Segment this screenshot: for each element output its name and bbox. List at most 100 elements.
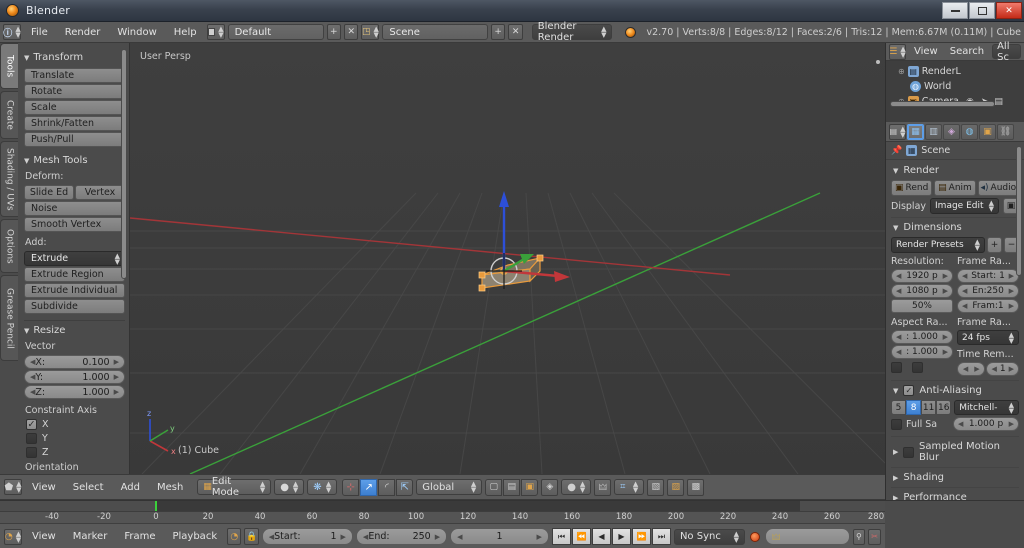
snap-target-select[interactable]: ⌗ ▲ ▼ xyxy=(614,479,645,495)
dimensions-section-header[interactable]: ▼ Dimensions xyxy=(891,217,1019,237)
interaction-mode-select[interactable]: ▦ Edit Mode ▲ ▼ xyxy=(197,476,272,498)
delete-scene-button[interactable]: ✕ xyxy=(508,24,523,40)
expand-toggle-icon[interactable]: ⊕ xyxy=(898,67,905,76)
checkbox-y-icon[interactable] xyxy=(26,433,37,444)
editor-type-timeline-icon[interactable]: ◔ ▲ ▼ xyxy=(4,528,22,545)
rotate-button[interactable]: Rotate xyxy=(24,84,125,99)
aa-size-field[interactable]: ◀ 1.000 p ▶ xyxy=(953,417,1019,431)
editor-type-properties-icon[interactable]: ▤ ▲ ▼ xyxy=(889,123,906,140)
extrude-individual-button[interactable]: Extrude Individual xyxy=(24,283,125,298)
aa-filter-select[interactable]: Mitchell- ▲ ▼ xyxy=(954,400,1019,415)
jump-to-end-button[interactable]: ⏭ xyxy=(651,528,671,545)
sync-mode-select[interactable]: No Sync ▲ ▼ xyxy=(673,528,746,545)
keying-set-field[interactable]: 🜲 xyxy=(765,528,850,545)
resize-section-header[interactable]: ▼ Resize xyxy=(24,325,125,336)
render-image-button[interactable]: ▣ Rend xyxy=(891,180,933,196)
antialiasing-section-header[interactable]: ▼ ✓ Anti-Aliasing xyxy=(891,380,1019,400)
edge-select-mode-icon[interactable]: ▤ xyxy=(503,478,521,496)
opengl-render-icon[interactable]: ▧ xyxy=(647,478,665,496)
time-remap-old-field[interactable]: ◀ ▶ xyxy=(957,362,986,376)
menu-file[interactable]: File xyxy=(24,25,55,40)
section-sampled-motion-blur[interactable]: ▶ Sampled Motion Blur xyxy=(891,436,1019,467)
outliner-item-renderlayers[interactable]: ⊕ ▤ RenderL xyxy=(890,64,1022,79)
checkbox-z-icon[interactable] xyxy=(26,447,37,458)
menu-render[interactable]: Render xyxy=(58,25,108,40)
properties-tab-constraint[interactable]: ▣ xyxy=(979,123,996,140)
tab-shading-uvs[interactable]: Shading / UVs xyxy=(0,141,18,217)
toolshelf-scrollbar[interactable] xyxy=(121,49,127,279)
extrude-region-button[interactable]: Extrude Region xyxy=(24,267,125,282)
frame-start-field[interactable]: ◀ Start: 1 ▶ xyxy=(261,528,353,545)
render-section-header[interactable]: ▼ Render xyxy=(891,163,1019,180)
editor-type-outliner-icon[interactable]: ☰ ▲ ▼ xyxy=(889,43,906,60)
current-frame-field[interactable]: ◀ 1 ▶ xyxy=(450,528,549,545)
mesh-tools-section-header[interactable]: ▼ Mesh Tools xyxy=(24,155,125,166)
resize-z-field[interactable]: ◀ Z: 1.000 ▶ xyxy=(24,385,125,399)
crop-checkbox[interactable] xyxy=(912,362,923,373)
constraint-axis-y-row[interactable]: Y xyxy=(26,433,125,444)
resolution-y-field[interactable]: ◀ 1080 p ▶ xyxy=(891,284,953,298)
vertex-button[interactable]: Vertex xyxy=(75,185,125,200)
translate-button[interactable]: Translate xyxy=(24,68,125,83)
properties-tab-modifier[interactable]: ⛓ xyxy=(997,123,1014,140)
face-select-mode-icon[interactable]: ▣ xyxy=(521,478,539,496)
timeline-track[interactable]: -40 -20 0 20 40 60 80 100 120 140 160 18… xyxy=(0,501,885,523)
transform-orientation-select[interactable]: Global ▲ ▼ xyxy=(416,479,483,495)
outliner-menu-search[interactable]: Search xyxy=(946,45,988,58)
properties-tab-render[interactable]: ▦ xyxy=(907,123,924,140)
aspect-x-field[interactable]: ◀: 1.000 ▶ xyxy=(891,330,953,344)
render-engine-select[interactable]: Blender Render ▲ ▼ xyxy=(531,21,613,43)
screen-layout-field[interactable]: Default xyxy=(227,24,324,40)
3d-viewport[interactable]: z y x User Persp (1) Cube xyxy=(130,43,885,474)
frame-rate-select[interactable]: 24 fps ▲ ▼ xyxy=(957,330,1019,345)
noise-button[interactable]: Noise xyxy=(24,201,125,216)
next-keyframe-button[interactable]: ⏩ xyxy=(631,528,651,545)
menu-help[interactable]: Help xyxy=(167,25,204,40)
properties-tab-object[interactable]: ◍ xyxy=(961,123,978,140)
viewport-menu-view[interactable]: View xyxy=(25,480,63,495)
pivot-point-select[interactable]: ❋ ▲ ▼ xyxy=(307,479,338,495)
previous-keyframe-button[interactable]: ⏪ xyxy=(571,528,591,545)
close-button[interactable]: ✕ xyxy=(996,2,1022,19)
slide-edge-button[interactable]: Slide Ed xyxy=(24,185,74,200)
resolution-percentage-field[interactable]: 50% xyxy=(891,299,953,313)
remove-keying-set-icon[interactable]: ✂ xyxy=(868,528,881,545)
minimize-button[interactable] xyxy=(942,2,968,19)
renderable-icon[interactable]: ▤ xyxy=(994,97,1003,107)
smooth-vertex-button[interactable]: Smooth Vertex xyxy=(24,217,125,232)
viewport-menu-select[interactable]: Select xyxy=(66,480,111,495)
scene-name-field[interactable]: Scene xyxy=(382,24,488,40)
checkbox-x-icon[interactable]: ✓ xyxy=(26,419,37,430)
editor-type-3dview-icon[interactable]: ⬟ ▲ ▼ xyxy=(4,479,22,495)
viewport-shading-select[interactable]: ● ▲ ▼ xyxy=(274,479,305,495)
aspect-y-field[interactable]: ◀: 1.000 ▶ xyxy=(891,345,953,359)
play-button[interactable]: ▶ xyxy=(611,528,631,545)
add-layout-button[interactable]: + xyxy=(326,24,342,40)
translate-manipulator-icon[interactable]: ↗ xyxy=(360,478,378,496)
lock-markers-icon[interactable]: 🔒 xyxy=(244,528,259,545)
render-preview-icon[interactable]: ▨ xyxy=(667,478,685,496)
properties-tab-scene[interactable]: ▥ xyxy=(925,123,942,140)
motion-blur-checkbox[interactable] xyxy=(903,446,915,458)
frame-end-field[interactable]: ◀ En:250 ▶ xyxy=(957,284,1019,298)
timeline-menu-frame[interactable]: Frame xyxy=(117,529,162,544)
limit-selection-visible-icon[interactable]: ◈ xyxy=(541,478,559,496)
tab-grease-pencil[interactable]: Grease Pencil xyxy=(0,275,18,361)
menu-window[interactable]: Window xyxy=(110,25,163,40)
timeline-menu-playback[interactable]: Playback xyxy=(165,529,224,544)
render-animation-button[interactable]: ▤ Anim xyxy=(934,180,976,196)
tab-create[interactable]: Create xyxy=(0,91,18,139)
time-remap-new-field[interactable]: ◀ 1 ▶ xyxy=(986,362,1019,376)
aa-sample-8[interactable]: 8 xyxy=(906,400,922,415)
push-pull-button[interactable]: Push/Pull xyxy=(24,132,125,147)
snap-magnet-icon[interactable]: 🜲 xyxy=(594,478,612,496)
timeline-menu-marker[interactable]: Marker xyxy=(66,529,115,544)
resize-y-field[interactable]: ◀ Y: 1.000 ▶ xyxy=(24,370,125,384)
add-keying-set-icon[interactable]: ⚲ xyxy=(852,528,866,545)
opengl-animation-icon[interactable]: ▩ xyxy=(687,478,705,496)
scale-manipulator-icon[interactable]: ⇱ xyxy=(396,478,414,496)
properties-scrollbar[interactable] xyxy=(1016,146,1022,276)
tab-tools[interactable]: Tools xyxy=(0,43,18,89)
resolution-x-field[interactable]: ◀ 1920 p ▶ xyxy=(891,269,953,283)
constraint-axis-x-row[interactable]: ✓ X xyxy=(26,419,125,430)
